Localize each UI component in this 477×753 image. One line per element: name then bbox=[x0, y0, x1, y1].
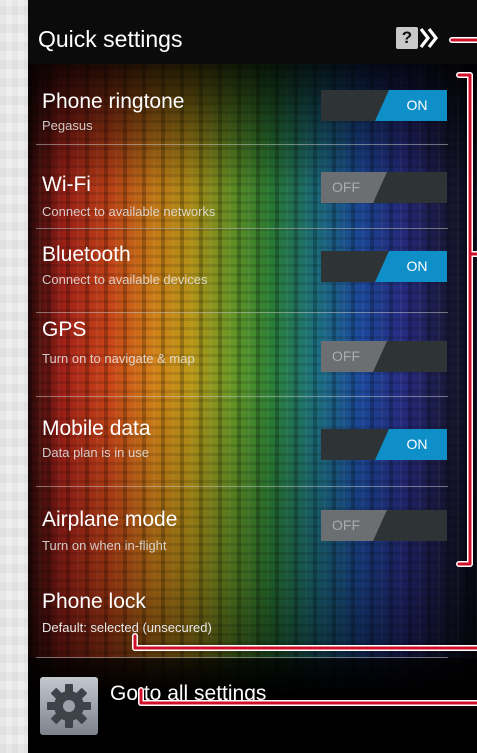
setting-mobile-data[interactable]: Mobile data Data plan is in use ON bbox=[28, 398, 448, 488]
setting-gps[interactable]: GPS Turn on to navigate & map OFF bbox=[28, 314, 448, 398]
gps-toggle[interactable]: OFF bbox=[321, 341, 447, 372]
forward-chevron-icon[interactable] bbox=[418, 25, 440, 51]
setting-title: Mobile data bbox=[42, 417, 151, 440]
toggle-label: ON bbox=[406, 436, 428, 452]
setting-bluetooth[interactable]: Bluetooth Connect to available devices O… bbox=[28, 230, 448, 314]
toggle-label: OFF bbox=[332, 348, 360, 364]
setting-subtitle: Default: selected (unsecured) bbox=[42, 620, 212, 635]
toggle-label: OFF bbox=[332, 517, 360, 533]
toggle-label: ON bbox=[406, 97, 428, 113]
setting-title: GPS bbox=[42, 318, 87, 341]
setting-subtitle: Turn on when in-flight bbox=[42, 538, 167, 553]
setting-wifi[interactable]: Wi-Fi Connect to available networks OFF bbox=[28, 146, 448, 230]
gear-icon[interactable] bbox=[40, 677, 98, 735]
setting-phone-ringtone[interactable]: Phone ringtone Pegasus ON bbox=[28, 64, 448, 146]
wifi-toggle[interactable]: OFF bbox=[321, 172, 447, 203]
setting-subtitle: Connect to available networks bbox=[42, 204, 216, 219]
toggle-label: ON bbox=[406, 258, 428, 274]
help-icon[interactable]: ? bbox=[396, 27, 418, 49]
setting-subtitle: Connect to available devices bbox=[42, 272, 208, 287]
go-to-all-settings-link[interactable]: Go to all settings bbox=[110, 681, 266, 707]
quick-settings-screen: Quick settings ? Phone ringtone Pegasus … bbox=[28, 0, 477, 753]
setting-subtitle: Data plan is in use bbox=[42, 445, 149, 460]
divider bbox=[36, 312, 448, 313]
page-title: Quick settings bbox=[38, 26, 183, 52]
setting-title: Bluetooth bbox=[42, 243, 131, 266]
mobile-data-toggle[interactable]: ON bbox=[321, 429, 447, 460]
setting-title: Airplane mode bbox=[42, 508, 178, 531]
screenshot: Quick settings ? Phone ringtone Pegasus … bbox=[0, 0, 477, 753]
toggle-label: OFF bbox=[332, 179, 360, 195]
ringtone-toggle[interactable]: ON bbox=[321, 90, 447, 121]
title-bar: Quick settings ? bbox=[28, 0, 477, 64]
setting-title: Phone lock bbox=[42, 590, 146, 613]
airplane-mode-toggle[interactable]: OFF bbox=[321, 510, 447, 541]
setting-subtitle: Pegasus bbox=[42, 118, 93, 133]
setting-subtitle: Turn on to navigate & map bbox=[42, 351, 195, 366]
setting-title: Phone ringtone bbox=[42, 90, 185, 113]
setting-phone-lock[interactable]: Phone lock Default: selected (unsecured) bbox=[28, 576, 448, 658]
setting-airplane-mode[interactable]: Airplane mode Turn on when in-flight OFF bbox=[28, 488, 448, 576]
divider bbox=[36, 144, 448, 145]
setting-title: Wi-Fi bbox=[42, 173, 91, 196]
divider bbox=[36, 486, 448, 487]
divider bbox=[36, 396, 448, 397]
divider bbox=[36, 228, 448, 229]
bluetooth-toggle[interactable]: ON bbox=[321, 251, 447, 282]
